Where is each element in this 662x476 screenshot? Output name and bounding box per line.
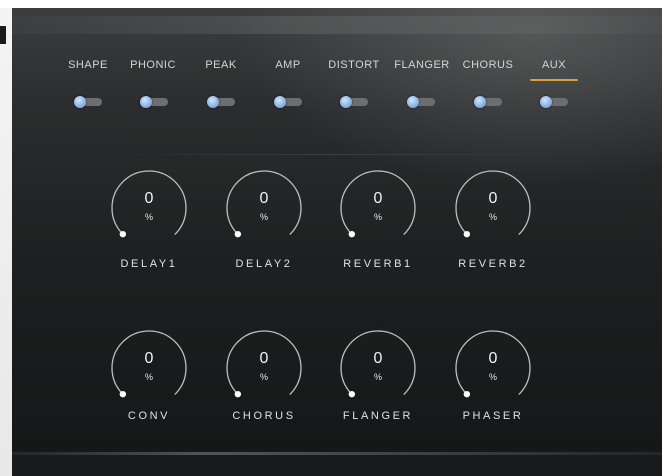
toggle-flanger[interactable] xyxy=(407,96,435,108)
knob-arc-icon xyxy=(455,330,531,398)
knob-value: 0 xyxy=(259,190,269,207)
knob-flanger[interactable]: 0 % xyxy=(338,328,418,408)
knob-arc-icon xyxy=(111,330,187,398)
toggle-thumb xyxy=(140,96,152,108)
knob-arc-icon xyxy=(226,170,302,238)
knob-unit: % xyxy=(373,212,382,222)
knob-arc-icon xyxy=(455,170,531,238)
knob-arc-icon xyxy=(340,330,416,398)
knob-phaser[interactable]: 0 % xyxy=(453,328,533,408)
toggle-thumb xyxy=(274,96,286,108)
knob-value: 0 xyxy=(144,190,154,207)
toggle-thumb xyxy=(74,96,86,108)
tab-shape[interactable]: SHAPE xyxy=(68,59,108,77)
knob-chorus[interactable]: 0 % xyxy=(224,328,304,408)
knob-indicator-dot xyxy=(348,230,356,238)
knob-label-delay2: DELAY2 xyxy=(235,258,293,270)
tab-label: FLANGER xyxy=(394,59,450,71)
knob-label-phaser: PHASER xyxy=(462,410,524,422)
knob-arc-icon xyxy=(340,170,416,238)
tab-label: AMP xyxy=(275,59,301,71)
toggle-amp[interactable] xyxy=(274,96,302,108)
knob-label-reverb1: REVERB1 xyxy=(343,258,413,270)
toggle-thumb xyxy=(540,96,552,108)
knob-indicator-dot xyxy=(234,230,242,238)
knob-value: 0 xyxy=(488,190,498,207)
tab-flanger[interactable]: FLANGER xyxy=(390,59,454,77)
knob-unit: % xyxy=(488,212,497,222)
left-edge-notch xyxy=(0,26,6,44)
tab-distort[interactable]: DISTORT xyxy=(324,59,384,77)
knob-reverb1[interactable]: 0 % xyxy=(338,168,418,248)
toggle-chorus[interactable] xyxy=(474,96,502,108)
knob-reverb2[interactable]: 0 % xyxy=(453,168,533,248)
tab-amp[interactable]: AMP xyxy=(268,59,308,77)
toggle-peak[interactable] xyxy=(207,96,235,108)
tab-label: PHONIC xyxy=(130,59,176,71)
tab-aux[interactable]: AUX xyxy=(530,59,578,81)
knob-unit: % xyxy=(144,372,153,382)
tab-label: AUX xyxy=(541,59,567,71)
toggle-thumb xyxy=(474,96,486,108)
toggle-phonic[interactable] xyxy=(140,96,168,108)
knob-indicator-dot xyxy=(119,230,127,238)
tab-peak[interactable]: PEAK xyxy=(201,59,241,77)
knob-arc-icon xyxy=(226,330,302,398)
toggle-thumb xyxy=(407,96,419,108)
toggle-shape[interactable] xyxy=(74,96,102,108)
tab-phonic[interactable]: PHONIC xyxy=(125,59,181,77)
knob-unit: % xyxy=(488,372,497,382)
knob-delay1[interactable]: 0 % xyxy=(109,168,189,248)
knob-value: 0 xyxy=(259,350,269,367)
knob-arc-icon xyxy=(111,170,187,238)
knob-unit: % xyxy=(144,212,153,222)
knob-label-delay1: DELAY1 xyxy=(120,258,178,270)
knob-unit: % xyxy=(373,372,382,382)
knob-label-reverb2: REVERB2 xyxy=(458,258,528,270)
bottom-bar xyxy=(12,452,662,476)
bottom-highlight-line xyxy=(12,452,662,455)
knob-value: 0 xyxy=(144,350,154,367)
tab-label: SHAPE xyxy=(68,59,108,71)
knob-indicator-dot xyxy=(234,390,242,398)
knob-value: 0 xyxy=(373,190,383,207)
toggle-thumb xyxy=(340,96,352,108)
knob-conv[interactable]: 0 % xyxy=(109,328,189,408)
knob-indicator-dot xyxy=(463,390,471,398)
knob-delay2[interactable]: 0 % xyxy=(224,168,304,248)
knob-indicator-dot xyxy=(348,390,356,398)
aux-effects-panel: SHAPE PHONIC PEAK AMP DISTORT FLANGER CH… xyxy=(12,8,662,476)
knob-unit: % xyxy=(259,212,268,222)
section-divider xyxy=(100,154,560,155)
knob-label-conv: CONV xyxy=(127,410,171,422)
tab-label: DISTORT xyxy=(328,59,380,71)
knob-unit: % xyxy=(259,372,268,382)
knob-value: 0 xyxy=(488,350,498,367)
knob-label-flanger: FLANGER xyxy=(342,410,414,422)
knob-label-chorus: CHORUS xyxy=(232,410,296,422)
toggle-aux[interactable] xyxy=(540,96,568,108)
tab-label: PEAK xyxy=(205,59,237,71)
toggle-thumb xyxy=(207,96,219,108)
panel-top-highlight xyxy=(12,16,662,34)
knob-indicator-dot xyxy=(463,230,471,238)
left-edge-strip xyxy=(0,8,12,476)
toggle-distort[interactable] xyxy=(340,96,368,108)
tab-label: CHORUS xyxy=(462,59,514,71)
knob-indicator-dot xyxy=(119,390,127,398)
tab-chorus[interactable]: CHORUS xyxy=(458,59,518,77)
knob-value: 0 xyxy=(373,350,383,367)
